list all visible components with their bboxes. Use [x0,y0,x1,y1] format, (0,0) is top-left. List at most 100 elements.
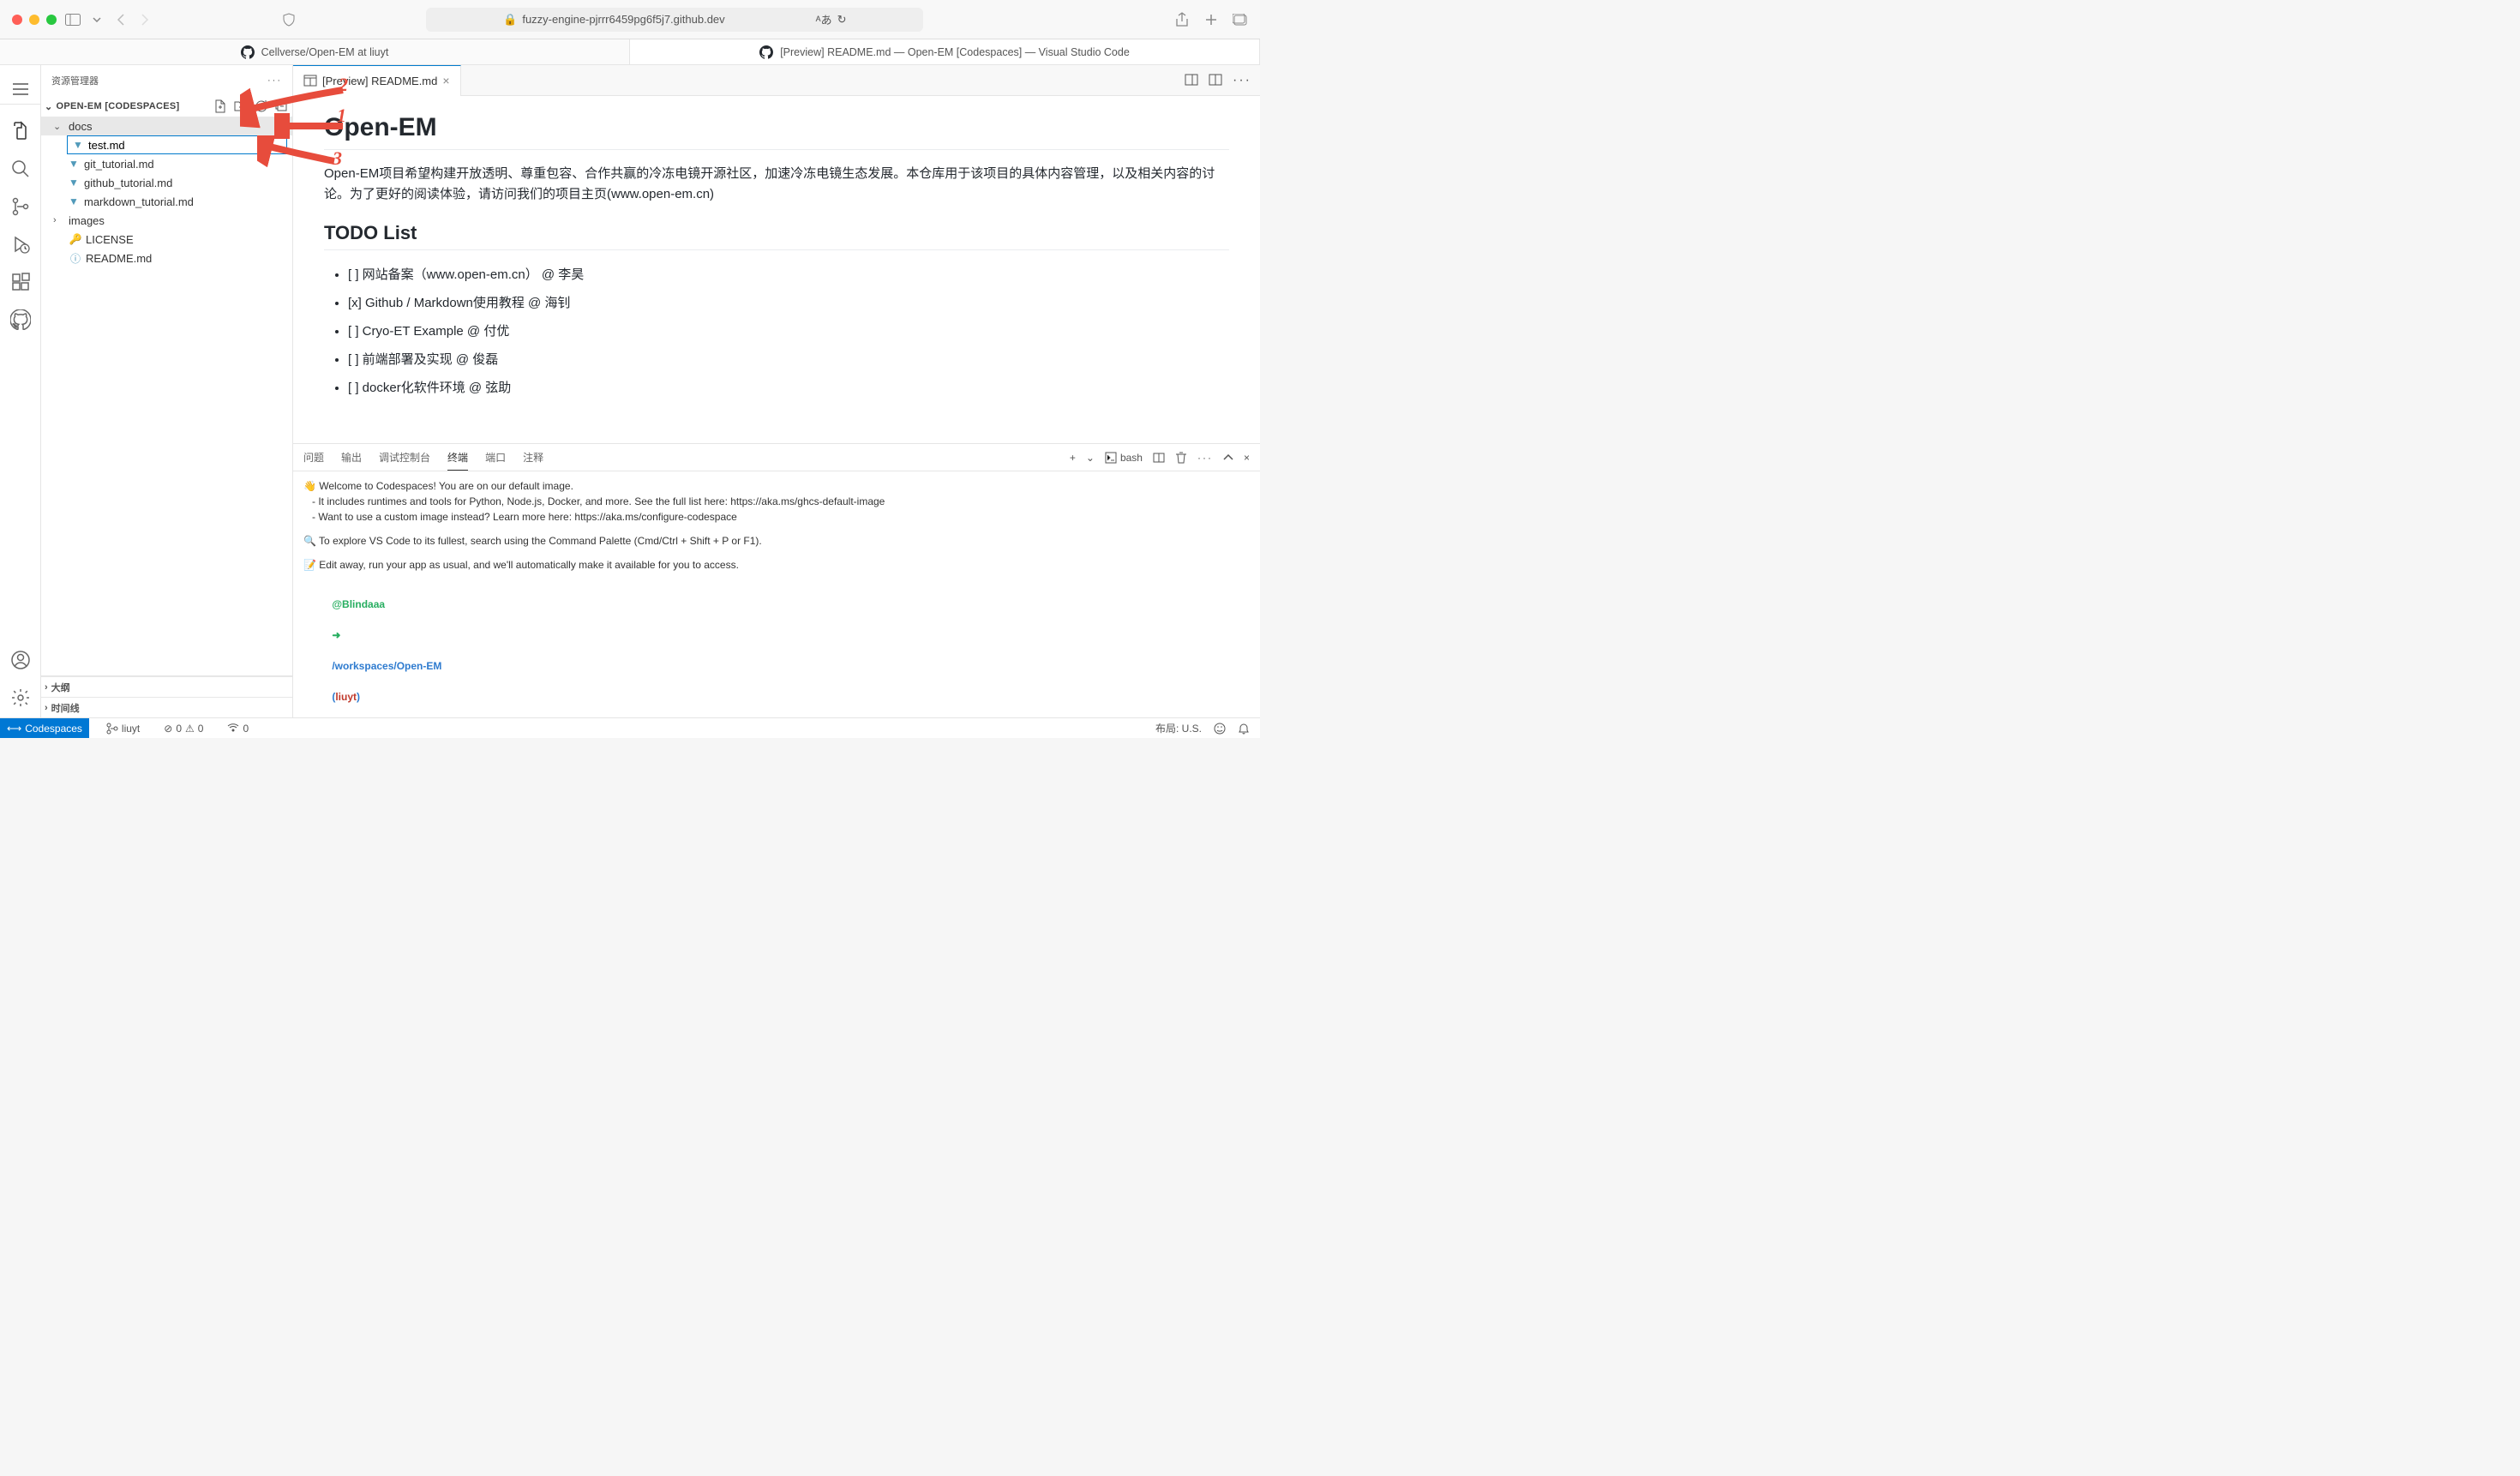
warning-icon: ⚠ [185,723,195,735]
account-icon[interactable] [9,649,32,671]
file-label: README.md [86,252,152,265]
minimize-window-button[interactable] [29,15,39,25]
new-folder-icon[interactable] [234,99,248,113]
maximize-window-button[interactable] [46,15,57,25]
tree-file-license[interactable]: 🔑 LICENSE [41,230,292,249]
markdown-file-icon: ▼ [67,157,81,171]
gear-icon[interactable] [9,687,32,709]
new-tab-icon[interactable] [1203,12,1219,27]
file-label: github_tutorial.md [84,177,172,189]
browser-tab-1[interactable]: Cellverse/Open-EM at liuyt [0,39,630,64]
tree-folder-images[interactable]: › images [41,211,292,230]
close-panel-icon[interactable]: × [1244,452,1250,464]
broadcast-icon [227,723,239,735]
source-control-icon[interactable] [9,195,32,218]
status-codespaces[interactable]: ⟷ Codespaces [0,718,89,738]
browser-tab-2[interactable]: [Preview] README.md — Open-EM [Codespace… [630,39,1260,64]
tree-file-readme[interactable]: ⓘ README.md [41,249,292,267]
bell-icon[interactable] [1238,723,1250,735]
tree-file[interactable]: ▼ github_tutorial.md [41,173,292,192]
back-button[interactable] [113,12,129,27]
new-terminal-icon[interactable]: + [1070,452,1076,464]
folder-label: images [69,214,105,227]
panel-tab-ports[interactable]: 端口 [485,445,506,470]
url-bar[interactable]: 🔒 fuzzy-engine-pjrrr6459pg6f5j7.github.d… [426,8,923,32]
shell-label: bash [1120,452,1143,464]
chevron-down-icon[interactable]: ⌄ [1086,452,1095,464]
tabs-overview-icon[interactable] [1233,12,1248,27]
shield-icon[interactable] [281,12,297,27]
panel-tab-terminal[interactable]: 终端 [447,445,468,471]
timeline-section[interactable]: › 时间线 [41,697,292,717]
trash-icon[interactable] [1175,452,1187,464]
status-ports[interactable]: 0 [220,718,255,738]
folder-label: docs [69,120,92,133]
explorer-section-header[interactable]: ⌄ OPEN-EM [CODESPACES] [41,96,292,117]
annotation-label-1: 1 [337,105,346,127]
outline-section[interactable]: › 大纲 [41,676,292,697]
open-changes-icon[interactable] [1185,73,1198,88]
more-icon[interactable]: ··· [267,75,282,86]
new-file-input[interactable] [88,139,283,152]
explorer-icon[interactable] [9,120,32,142]
terminal-panel: 问题 输出 调试控制台 终端 端口 注释 + ⌄ bash [293,443,1260,717]
chevron-down-icon[interactable] [89,12,105,27]
new-file-input-row: ▼ [67,135,287,154]
menu-icon[interactable] [0,74,41,105]
collapse-all-icon[interactable] [275,99,289,113]
split-terminal-icon[interactable] [1153,452,1165,464]
panel-tab-problems[interactable]: 问题 [303,445,324,470]
prompt-arrow: ➜ [332,629,340,641]
close-tab-icon[interactable]: × [442,74,449,87]
run-debug-icon[interactable] [9,233,32,255]
panel-tab-comments[interactable]: 注释 [523,445,543,470]
sidebar-bottom-sections: › 大纲 › 时间线 [41,675,292,717]
split-editor-icon[interactable] [1209,73,1222,88]
timeline-label: 时间线 [51,701,80,715]
github-icon[interactable] [9,309,32,331]
status-problems[interactable]: ⊘ 0 ⚠ 0 [157,718,210,738]
terminal-line: 📝 Edit away, run your app as usual, and … [303,557,1250,573]
markdown-preview[interactable]: Open-EM Open-EM项目希望构建开放透明、尊重包容、合作共赢的冷冻电镜… [293,96,1260,443]
reload-icon[interactable]: ↻ [837,13,847,27]
new-file-icon[interactable] [213,99,227,113]
browser-tab-1-label: Cellverse/Open-EM at liuyt [261,46,389,58]
tree-folder-docs[interactable]: ⌄ docs [41,117,292,135]
forward-button[interactable] [137,12,153,27]
editor-tab-preview-readme[interactable]: [Preview] README.md × [293,65,461,96]
tree-file[interactable]: ▼ git_tutorial.md [41,154,292,173]
share-icon[interactable] [1174,12,1190,27]
more-icon[interactable]: ··· [1233,73,1251,88]
terminal-output[interactable]: 👋 Welcome to Codespaces! You are on our … [293,471,1260,717]
maximize-panel-icon[interactable] [1223,454,1233,461]
status-branch[interactable]: liuyt [99,718,147,738]
prompt-branch: liuyt [335,691,357,703]
workspace-title: OPEN-EM [CODESPACES] [57,101,180,111]
tree-file[interactable]: ▼ markdown_tutorial.md [41,192,292,211]
file-label: git_tutorial.md [84,158,154,171]
feedback-icon[interactable] [1214,723,1226,735]
branch-icon [106,723,118,735]
search-icon[interactable] [9,158,32,180]
sidebar-title: 资源管理器 [51,74,99,87]
remote-icon: ⟷ [7,723,21,735]
sidebar-toggle-icon[interactable] [65,12,81,27]
panel-tab-output[interactable]: 输出 [341,445,362,470]
list-item: [ ] Cryo-ET Example @ 付优 [348,317,1229,345]
close-window-button[interactable] [12,15,22,25]
terminal-line: 👋 Welcome to Codespaces! You are on our … [303,478,1250,494]
browser-tab-2-label: [Preview] README.md — Open-EM [Codespace… [780,46,1130,58]
github-icon [241,45,255,59]
sidebar-title-row: 资源管理器 ··· [41,65,292,96]
terminal-line: - It includes runtimes and tools for Pyt… [303,494,1250,509]
reader-icon[interactable]: ᴬあ [816,11,832,27]
outline-label: 大纲 [51,681,70,694]
editor-content: Open-EM Open-EM项目希望构建开放透明、尊重包容、合作共赢的冷冻电镜… [293,96,1260,443]
extensions-icon[interactable] [9,271,32,293]
bash-shell-indicator[interactable]: bash [1105,452,1143,464]
error-count: 0 [176,723,182,735]
more-icon[interactable]: ··· [1197,452,1213,464]
panel-tab-debug[interactable]: 调试控制台 [379,445,430,470]
status-layout[interactable]: 布局: U.S. [1155,721,1202,735]
refresh-icon[interactable] [255,99,268,113]
